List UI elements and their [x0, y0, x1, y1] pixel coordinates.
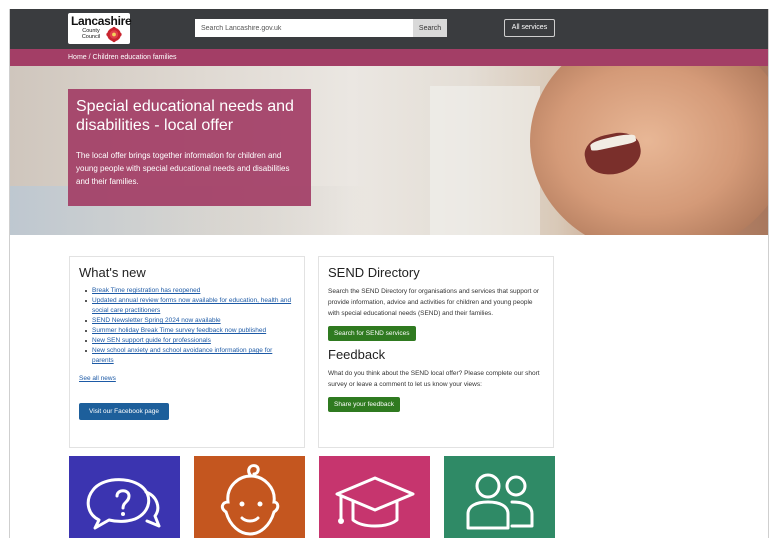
search-input[interactable]: [195, 19, 413, 37]
all-services-button[interactable]: All services: [504, 19, 555, 37]
see-all-news-link[interactable]: See all news: [79, 375, 295, 382]
hero-banner: Special educational needs and disabiliti…: [10, 66, 768, 235]
page-title: Special educational needs and disabiliti…: [76, 98, 294, 134]
search-button[interactable]: Search: [413, 19, 447, 37]
red-rose-icon: [106, 26, 122, 43]
list-item: SEND Newsletter Spring 2024 now availabl…: [85, 316, 295, 326]
browser-page: Lancashire County Council Search All ser…: [9, 9, 769, 538]
breadcrumb[interactable]: Home / Children education families: [10, 49, 768, 66]
send-directory-heading: SEND Directory: [328, 265, 420, 280]
search-send-services-button[interactable]: Search for SEND services: [328, 326, 416, 341]
share-feedback-button[interactable]: Share your feedback: [328, 397, 400, 412]
news-link[interactable]: Updated annual review forms now availabl…: [92, 297, 291, 314]
news-link[interactable]: SEND Newsletter Spring 2024 now availabl…: [92, 317, 221, 324]
news-link[interactable]: Break Time registration has reopened: [92, 287, 200, 294]
news-link[interactable]: New school anxiety and school avoidance …: [92, 347, 272, 364]
hero-description: The local offer brings together informat…: [76, 151, 290, 186]
site-header: Lancashire County Council Search All ser…: [10, 9, 768, 49]
people-icon: [466, 473, 534, 530]
list-item: New SEN support guide for professionals: [85, 336, 295, 346]
list-item: Updated annual review forms now availabl…: [85, 296, 295, 316]
list-item: New school anxiety and school avoidance …: [85, 346, 295, 366]
feedback-text: What do you think about the SEND local o…: [328, 370, 540, 388]
question-speech-icon: [86, 478, 161, 530]
logo-subtext: County Council: [81, 28, 101, 40]
site-search: Search: [195, 19, 447, 37]
news-list: Break Time registration has reopened Upd…: [79, 286, 295, 366]
feedback-heading: Feedback: [328, 347, 386, 362]
council-logo[interactable]: Lancashire County Council: [68, 13, 132, 44]
send-directory-text: Search the SEND Directory for organisati…: [328, 288, 539, 317]
baby-face-icon: [220, 464, 280, 536]
send-directory-card: SEND Directory Search the SEND Directory…: [318, 256, 554, 448]
hero-background-window: [430, 86, 540, 235]
tile-early-years[interactable]: [194, 456, 305, 538]
tile-education[interactable]: [319, 456, 430, 538]
list-item: Break Time registration has reopened: [85, 286, 295, 296]
list-item: Summer holiday Break Time survey feedbac…: [85, 326, 295, 336]
tile-help[interactable]: [69, 456, 180, 538]
facebook-button[interactable]: Visit our Facebook page: [79, 403, 169, 420]
whats-new-card: What's new Break Time registration has r…: [69, 256, 305, 448]
whats-new-heading: What's new: [79, 265, 146, 280]
tile-family[interactable]: [444, 456, 555, 538]
news-link[interactable]: New SEN support guide for professionals: [92, 337, 211, 344]
graduation-cap-icon: [335, 476, 415, 528]
hero-text-box: Special educational needs and disabiliti…: [68, 89, 311, 206]
news-link[interactable]: Summer holiday Break Time survey feedbac…: [92, 327, 266, 334]
hero-child-photo: [530, 66, 768, 235]
